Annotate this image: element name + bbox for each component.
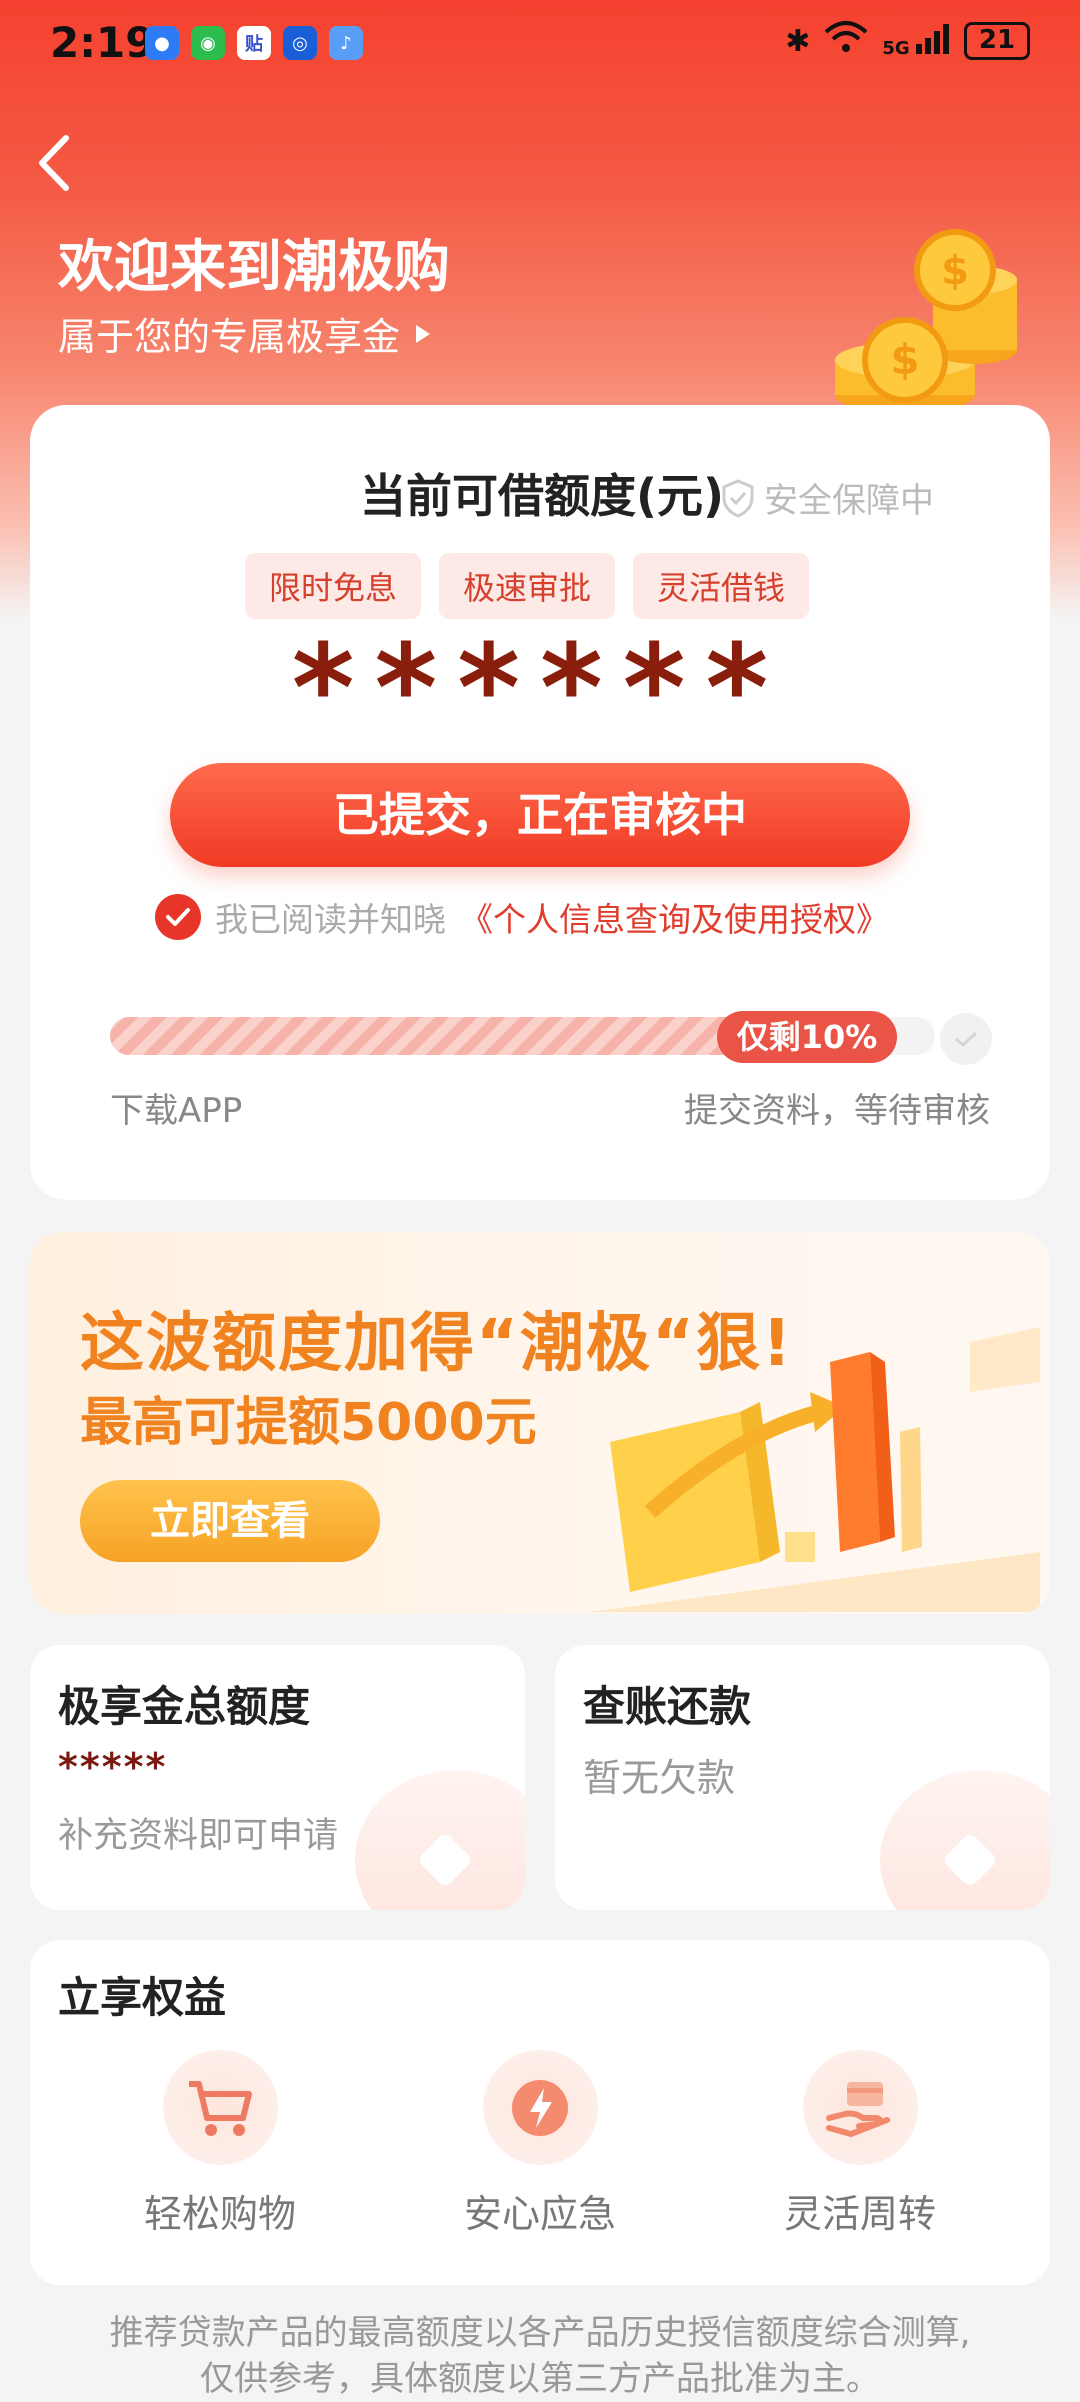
agreement-row: 我已阅读并知晓 《个人信息查询及使用授权》 [155, 893, 889, 941]
benefits-title: 立享权益 [58, 1973, 227, 2022]
svg-text:$: $ [890, 335, 919, 384]
submit-status-button[interactable]: 已提交，正在审核中 [170, 763, 910, 867]
repayment-status: 暂无欠款 [583, 1756, 736, 1800]
repayment-title: 查账还款 [583, 1682, 752, 1731]
shield-check-icon [722, 478, 754, 518]
total-limit-title: 极享金总额度 [58, 1682, 311, 1731]
battery-icon: 21 [964, 22, 1030, 60]
status-right: ✱ 5G 21 [785, 20, 1030, 62]
benefit-emergency[interactable]: 安心应急 [410, 2050, 670, 2238]
benefit-turnover[interactable]: 灵活周转 [730, 2050, 990, 2238]
promo-banner[interactable]: 这波额度加得“潮极“狠! 最高可提额5000元 立即查看 [30, 1232, 1050, 1614]
tag-free-interest: 限时免息 [245, 553, 422, 619]
progress-badge: 仅剩10% [717, 1011, 897, 1063]
cart-icon [162, 2050, 278, 2165]
subtitle-text: 属于您的专属极享金 [58, 315, 401, 359]
growth-chart-illustration [590, 1327, 1040, 1612]
promo-subheadline: 最高可提额5000元 [80, 1393, 537, 1453]
step-submit-review: 提交资料，等待审核 [684, 1091, 990, 1131]
total-limit-hint: 补充资料即可申请 [58, 1816, 339, 1856]
progress-end-check [940, 1013, 992, 1065]
masked-amount: ****** [291, 620, 789, 759]
wifi-icon [824, 20, 868, 62]
lightning-icon [482, 2050, 598, 2165]
feature-tags: 限时免息 极速审批 灵活借钱 [245, 553, 810, 619]
bluetooth-icon: ✱ [785, 23, 811, 59]
agree-checkbox[interactable] [155, 894, 201, 940]
svg-text:$: $ [941, 248, 969, 294]
check-icon [955, 1031, 978, 1048]
safety-text: 安全保障中 [764, 481, 934, 521]
notification-icons: ● ◉ 贴 ◎ ♪ [145, 26, 363, 60]
repayment-card[interactable]: 查账还款 暂无欠款 [555, 1645, 1050, 1910]
chevron-left-icon [39, 135, 69, 191]
gold-coins-icon: $ $ [835, 229, 1017, 413]
step-download-app: 下载APP [110, 1091, 243, 1131]
agree-text: 我已阅读并知晓 [215, 900, 446, 939]
total-limit-card[interactable]: 极享金总额度 ***** 补充资料即可申请 [30, 1645, 525, 1910]
authorization-link[interactable]: 《个人信息查询及使用授权》 [460, 893, 889, 941]
message-app-icon: ● [145, 26, 179, 60]
network-label: 5G [882, 37, 910, 59]
music-app-icon: ♪ [329, 26, 363, 60]
tag-fast-approval: 极速审批 [439, 553, 616, 619]
tag-flexible-borrow: 灵活借钱 [633, 553, 810, 619]
status-time: 2:19 [50, 18, 155, 67]
safety-badge: 安全保障中 [720, 473, 934, 522]
benefit-label: 灵活周转 [783, 2192, 936, 2236]
checkmark-icon [166, 908, 190, 926]
app-notification-icon: ◎ [283, 26, 317, 60]
hand-card-icon [802, 2050, 918, 2165]
disclaimer-line-1: 推荐贷款产品的最高额度以各产品历史授信额度综合测算, [109, 2313, 971, 2353]
status-bar: 2:19 ● ◉ 贴 ◎ ♪ ✱ 5G 21 [0, 0, 1080, 90]
subtitle-link[interactable]: 属于您的专属极享金 [58, 306, 432, 361]
limit-title: 当前可借额度(元) [360, 469, 725, 523]
benefits-section: 立享权益 轻松购物 安心应急 灵活周转 [30, 1940, 1050, 2285]
benefit-shopping[interactable]: 轻松购物 [90, 2050, 350, 2238]
triangle-right-icon [416, 324, 431, 343]
tieba-icon: 贴 [237, 26, 271, 60]
view-now-button[interactable]: 立即查看 [80, 1480, 380, 1562]
disclaimer-line-2: 仅供参考，具体额度以第三方产品批准为主。 [200, 2359, 880, 2399]
wechat-icon: ◉ [191, 26, 225, 60]
credit-card: 当前可借额度(元) 安全保障中 限时免息 极速审批 灵活借钱 ****** 已提… [30, 405, 1050, 1200]
disclaimer: 推荐贷款产品的最高额度以各产品历史授信额度综合测算, 仅供参考，具体额度以第三方… [0, 2310, 1080, 2402]
page-title: 欢迎来到潮极购 [58, 235, 450, 300]
benefit-label: 安心应急 [463, 2192, 616, 2236]
total-limit-masked: ***** [58, 1745, 168, 1789]
back-button[interactable] [28, 128, 78, 198]
signal-icon: 5G [882, 23, 950, 59]
benefit-label: 轻松购物 [143, 2192, 296, 2236]
